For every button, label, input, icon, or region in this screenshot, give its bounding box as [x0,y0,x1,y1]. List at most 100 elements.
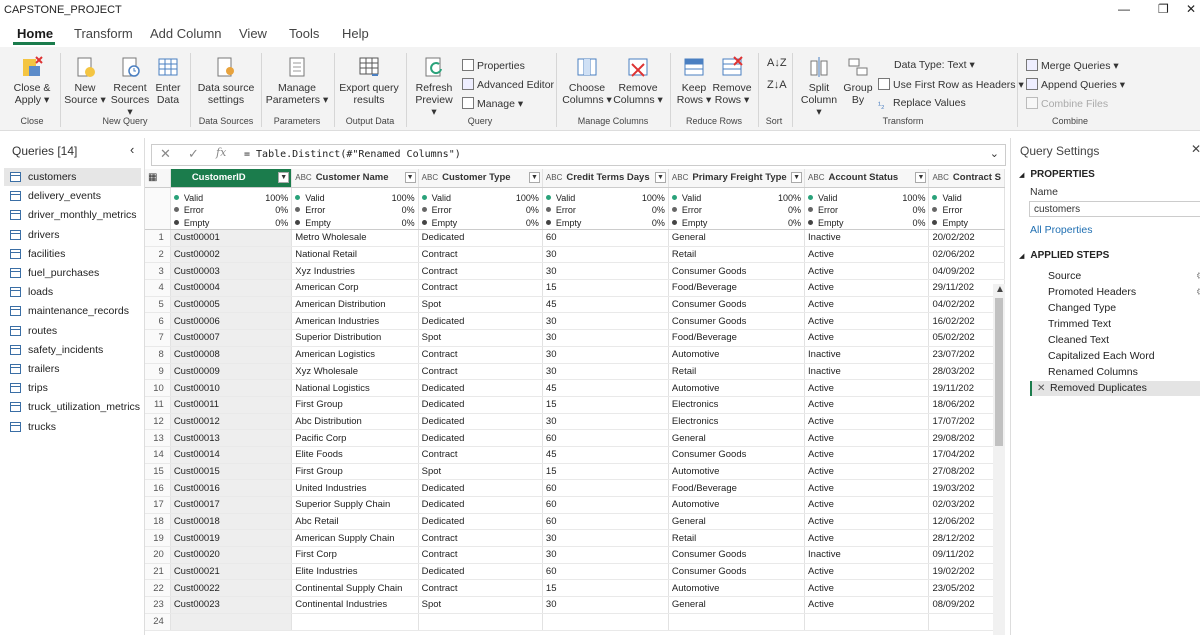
query-item[interactable]: maintenance_records [4,302,141,320]
table-cell[interactable]: Active [804,496,930,514]
table-cell[interactable]: Cust00003 [170,262,293,281]
table-row[interactable]: 13 Cust00013 Pacific Corp Dedicated 60 Genera… [145,429,1005,447]
table-row[interactable]: 15 Cust00015 First Group Spot 15 Automotive Ac… [145,463,1005,481]
applied-step[interactable]: Source ⚙ [1030,269,1200,284]
table-cell[interactable]: 04/09/202 [928,262,1005,281]
table-cell[interactable]: 30 [542,346,669,364]
query-item[interactable]: drivers [4,226,141,244]
table-cell[interactable]: Elite Foods [291,446,419,464]
column-filter-dropdown-icon[interactable]: ▼ [278,172,290,183]
table-cell[interactable]: Food/Beverage [668,479,806,497]
table-cell[interactable]: Electronics [668,396,806,414]
tab-help[interactable]: Help [342,26,369,41]
table-cell[interactable]: Automotive [668,496,806,514]
column-header[interactable]: ABC Customer Type ▼ [418,169,543,188]
table-cell[interactable]: Cust00010 [170,379,293,397]
table-cell[interactable]: General [668,596,806,614]
table-cell[interactable]: Cust00016 [170,479,293,497]
data-type-button[interactable]: Data Type: Text ▾ [894,59,975,71]
vertical-scroll-thumb[interactable] [995,298,1003,446]
table-cell[interactable]: Dedicated [418,396,543,414]
close-pane-icon[interactable]: ✕ [1191,142,1200,156]
table-cell[interactable]: Inactive [804,546,930,564]
table-row[interactable]: 16 Cust00016 United Industries Dedicated 60 F… [145,479,1005,497]
table-cell[interactable]: Cust00014 [170,446,293,464]
gear-icon[interactable]: ⚙ [1196,285,1200,300]
tab-tools[interactable]: Tools [289,26,319,41]
enter-data-button[interactable]: Enter Data [152,55,184,106]
table-cell[interactable]: 60 [542,496,669,514]
table-cell[interactable]: 02/06/202 [928,246,1005,264]
table-cell[interactable]: 30 [542,246,669,264]
table-row[interactable]: 18 Cust00018 Abc Retail Dedicated 60 General A… [145,513,1005,531]
table-cell[interactable]: Active [804,279,930,297]
applied-step[interactable]: Cleaned Text [1030,333,1200,348]
table-cell[interactable]: Continental Supply Chain [291,579,419,598]
table-cell[interactable]: Cust00006 [170,312,293,331]
table-cell[interactable]: Active [804,312,930,331]
table-cell[interactable]: Contract [418,279,543,297]
table-cell[interactable]: First Corp [291,546,419,564]
table-cell[interactable]: Consumer Goods [668,262,806,281]
table-cell[interactable]: 15 [542,463,669,481]
table-cell[interactable]: 30 [542,312,669,331]
table-cell[interactable]: General [668,429,806,447]
applied-step[interactable]: ✕ Removed Duplicates [1030,381,1200,396]
confirm-formula-icon[interactable]: ✓ [188,146,199,162]
applied-step[interactable]: Trimmed Text [1030,317,1200,332]
table-cell[interactable]: Spot [418,596,543,614]
table-cell[interactable]: American Industries [291,312,419,331]
table-cell[interactable]: Cust00020 [170,546,293,564]
query-item[interactable]: driver_monthly_metrics [4,206,141,224]
table-cell[interactable]: Dedicated [418,312,543,331]
split-column-button[interactable]: Split Column ▾ [797,55,841,118]
table-cell[interactable]: Active [804,529,930,548]
export-query-results-button[interactable]: Export query results [338,55,400,106]
table-cell[interactable]: General [668,229,806,247]
query-item[interactable]: safety_incidents [4,341,141,359]
table-cell[interactable]: Xyz Wholesale [291,363,419,381]
table-cell[interactable]: Food/Beverage [668,329,806,347]
column-filter-dropdown-icon[interactable]: ▼ [791,172,803,183]
table-cell[interactable]: 20/02/202 [928,229,1005,247]
table-row[interactable]: 4 Cust00004 American Corp Contract 15 Food/Be… [145,279,1005,297]
table-cell[interactable]: Dedicated [418,413,543,431]
table-row[interactable]: 11 Cust00011 First Group Dedicated 15 Electro… [145,396,1005,414]
table-cell[interactable]: Cust00012 [170,413,293,431]
table-cell[interactable]: Electronics [668,413,806,431]
table-cell[interactable]: Abc Distribution [291,413,419,431]
column-header[interactable]: CustomerID ▼ [170,169,293,188]
table-cell[interactable]: Cust00008 [170,346,293,364]
group-by-button[interactable]: Group By [842,55,874,106]
table-cell[interactable]: Cust00018 [170,513,293,531]
table-cell[interactable]: Dedicated [418,563,543,581]
close-window-button[interactable]: ✕ [1186,2,1196,16]
column-filter-dropdown-icon[interactable]: ▼ [654,172,666,183]
table-cell[interactable]: Retail [668,246,806,264]
table-cell[interactable]: Consumer Goods [668,312,806,331]
table-cell[interactable]: 60 [542,479,669,497]
table-cell[interactable]: 15 [542,279,669,297]
applied-step[interactable]: Renamed Columns [1030,365,1200,380]
query-name-input[interactable] [1029,201,1200,217]
table-row[interactable]: 19 Cust00019 American Supply Chain Contract… [145,529,1005,548]
applied-step[interactable]: Changed Type [1030,301,1200,316]
table-row[interactable]: 21 Cust00021 Elite Industries Dedicated 60 Co… [145,563,1005,581]
table-cell[interactable]: Automotive [668,346,806,364]
table-cell[interactable]: Cust00001 [170,229,293,247]
table-row[interactable]: 22 Cust00022 Continental Supply Chain Contr… [145,579,1005,598]
manage-button[interactable]: Manage ▾ [462,97,523,110]
table-row[interactable]: 12 Cust00012 Abc Distribution Dedicated 30 El… [145,413,1005,431]
table-cell[interactable]: Consumer Goods [668,446,806,464]
tab-home[interactable]: Home [17,26,53,41]
table-cell[interactable]: Abc Retail [291,513,419,531]
table-row[interactable]: 3 Cust00003 Xyz Industries Contract 30 Consum… [145,262,1005,281]
table-cell[interactable]: Active [804,262,930,281]
remove-rows-button[interactable]: Remove Rows ▾ [712,55,752,106]
append-queries-button[interactable]: Append Queries ▾ [1026,78,1125,91]
table-cell[interactable]: 30 [542,329,669,347]
new-source-button[interactable]: New Source ▾ [64,55,106,106]
gear-icon[interactable]: ⚙ [1196,269,1200,284]
table-cell[interactable]: Dedicated [418,513,543,531]
table-row[interactable]: 9 Cust00009 Xyz Wholesale Contract 30 Retail I… [145,363,1005,381]
